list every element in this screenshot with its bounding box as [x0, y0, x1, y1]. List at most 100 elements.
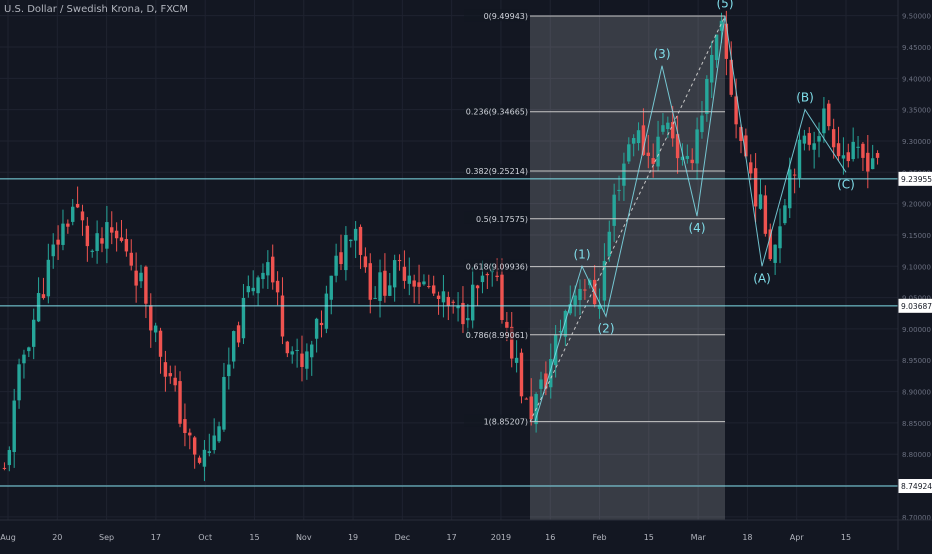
candle-body	[178, 381, 182, 424]
candle-body	[827, 103, 831, 127]
candle-body	[417, 282, 421, 287]
candle-body	[763, 195, 768, 234]
candle-body	[812, 143, 816, 150]
candle-body	[846, 152, 851, 162]
candle-body	[714, 34, 719, 61]
candle-body	[149, 305, 153, 331]
candle-body	[246, 286, 251, 293]
candle-body	[197, 457, 202, 463]
candle-body	[475, 285, 480, 289]
elliott-wave-label: (B)	[796, 91, 814, 105]
candle-body	[412, 280, 416, 287]
candle-body	[2, 467, 7, 469]
candle-body	[495, 275, 499, 278]
candle-body	[129, 252, 133, 266]
candle-body	[500, 274, 504, 320]
candle-body	[275, 280, 280, 293]
candle-body	[368, 263, 372, 300]
candle-body	[519, 352, 524, 397]
elliott-wave-label: (A)	[753, 271, 771, 285]
chart-canvas[interactable]: 9.500009.450009.400009.350009.300009.250…	[0, 0, 932, 550]
y-tick-label: 9.45000	[902, 44, 931, 52]
x-tick-label: Dec	[395, 533, 410, 542]
candle-body	[319, 322, 324, 326]
x-tick-label: Oct	[198, 533, 212, 542]
candle-body	[749, 162, 753, 174]
fib-level-label: 0.5(9.17575)	[476, 215, 528, 224]
candle-body	[788, 169, 792, 209]
candle-body	[622, 163, 626, 186]
candle-body	[710, 54, 714, 83]
candle-body	[724, 23, 729, 59]
candle-body	[41, 294, 46, 299]
candle-body	[617, 189, 621, 191]
elliott-wave-label: (2)	[598, 321, 615, 335]
candle-body	[324, 293, 329, 329]
y-tick-label: 9.00000	[902, 326, 931, 334]
candle-body	[12, 400, 16, 453]
candle-body	[222, 376, 226, 430]
candle-body	[227, 364, 231, 377]
candle-body	[344, 235, 348, 271]
candle-body	[427, 286, 431, 288]
x-tick-label: 20	[52, 533, 62, 542]
x-tick-label: Feb	[592, 533, 606, 542]
candle-body	[485, 274, 490, 276]
x-tick-label: Mar	[691, 533, 707, 542]
horizontal-level-label: 9.03687	[901, 302, 932, 311]
candle-body	[802, 135, 807, 144]
candle-body	[392, 260, 397, 288]
y-tick-label: 8.95000	[902, 357, 931, 365]
elliott-wave-label: (3)	[654, 47, 671, 61]
candle-body	[231, 331, 236, 362]
price-chart[interactable]: 9.500009.450009.400009.350009.300009.250…	[0, 0, 932, 550]
candle-body	[431, 285, 436, 294]
candle-body	[251, 287, 255, 292]
y-tick-label: 9.10000	[902, 263, 931, 271]
candle-body	[153, 325, 158, 333]
candle-body	[861, 143, 865, 158]
candle-body	[144, 266, 148, 304]
candle-body	[695, 129, 699, 164]
candle-body	[188, 432, 192, 436]
x-tick-label: 2019	[491, 533, 511, 542]
candle-body	[651, 158, 655, 164]
candle-body	[202, 449, 207, 467]
candle-body	[192, 437, 197, 455]
candle-body	[480, 275, 485, 283]
candle-body	[378, 272, 382, 301]
x-tick-label: 15	[249, 533, 259, 542]
candle-body	[422, 281, 426, 285]
candle-body	[768, 229, 772, 260]
candle-body	[573, 295, 577, 306]
candle-body	[705, 79, 709, 114]
candle-body	[631, 138, 636, 144]
candle-body	[329, 275, 333, 300]
y-tick-label: 8.85000	[902, 420, 931, 428]
x-tick-label: 15	[644, 533, 654, 542]
x-tick-label: Apr	[790, 533, 805, 542]
elliott-wave-label: (1)	[574, 247, 591, 261]
candle-body	[358, 226, 363, 255]
fib-level-label: 0.236(9.34665)	[466, 108, 528, 117]
y-tick-label: 9.40000	[902, 75, 931, 83]
x-tick-label: 17	[447, 533, 457, 542]
fib-level-label: 0.618(9.09936)	[466, 263, 528, 272]
candle-body	[95, 233, 99, 251]
elliott-wave-label: (5)	[717, 0, 734, 11]
candle-body	[363, 256, 368, 268]
candle-body	[46, 259, 51, 297]
candle-body	[212, 435, 216, 451]
x-tick-label: 17	[151, 533, 161, 542]
candle-body	[119, 237, 124, 241]
candle-body	[80, 211, 85, 221]
candle-body	[670, 122, 675, 139]
candle-body	[71, 206, 75, 222]
candle-body	[168, 373, 172, 377]
y-tick-label: 9.20000	[902, 201, 931, 209]
elliott-wave-label: (4)	[689, 221, 706, 235]
candle-body	[578, 288, 582, 301]
candle-body	[441, 291, 446, 303]
candle-body	[36, 293, 41, 322]
candle-body	[407, 275, 412, 284]
